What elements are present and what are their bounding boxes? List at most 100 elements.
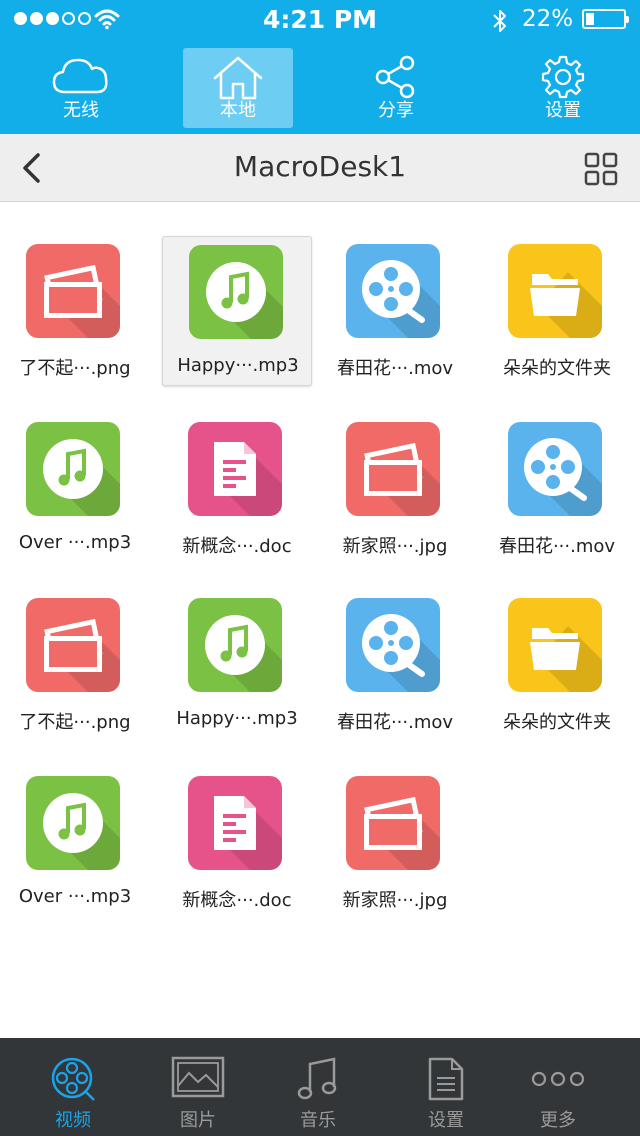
file-name: 了不起···.png [19, 712, 131, 733]
file-name: 了不起···.png [19, 358, 131, 379]
nav-bar: MacroDesk1 [0, 134, 640, 202]
file-item[interactable]: Happy···.mp3 [162, 590, 312, 740]
music-file-icon [188, 598, 282, 692]
music-file-icon [188, 598, 282, 692]
file-name: 新概念···.doc [182, 890, 292, 911]
file-item[interactable]: 朵朵的文件夹 [482, 236, 632, 386]
share-icon [375, 55, 415, 99]
image-file-icon [26, 244, 120, 338]
music-file-icon [189, 245, 283, 339]
file-item[interactable]: 春田花···.mov [320, 236, 470, 386]
grid-view-icon[interactable] [584, 152, 618, 186]
music-note-icon [297, 1057, 337, 1100]
file-item[interactable]: 春田花···.mov [482, 414, 632, 564]
status-bar: 4:21 PM 22% [0, 0, 640, 40]
tab-wireless[interactable]: 无线 [26, 48, 136, 128]
music-file-icon [26, 422, 120, 516]
video-file-icon [508, 422, 602, 516]
file-name: 春田花···.mov [498, 536, 616, 557]
file-name: Over ···.mp3 [18, 886, 132, 907]
tab-documents[interactable]: 设置 [382, 1038, 510, 1136]
home-icon [213, 56, 263, 100]
tab-wireless-label: 无线 [63, 100, 99, 121]
video-file-icon [346, 244, 440, 338]
tab-local-label: 本地 [220, 100, 256, 121]
film-reel-icon [51, 1057, 95, 1101]
top-bar: 4:21 PM 22% 无线 本地 分享 设置 [0, 0, 640, 134]
more-dots-icon [531, 1071, 585, 1087]
music-file-icon [26, 422, 120, 516]
file-name: 新家照···.jpg [342, 890, 448, 911]
document-icon [428, 1057, 464, 1101]
file-name: 新家照···.jpg [342, 536, 448, 557]
tab-share-label: 分享 [378, 100, 414, 121]
tab-more-label: 更多 [540, 1110, 576, 1131]
file-item[interactable]: Over ···.mp3 [0, 768, 150, 918]
folder-icon [508, 244, 602, 338]
file-item[interactable]: 新家照···.jpg [320, 768, 470, 918]
tab-share[interactable]: 分享 [341, 48, 451, 128]
battery-percent: 22% [522, 6, 574, 32]
file-name: 春田花···.mov [336, 358, 454, 379]
file-item[interactable]: Happy···.mp3 [162, 236, 312, 386]
film-reel-icon [346, 598, 440, 692]
tab-music[interactable]: 音乐 [254, 1038, 382, 1136]
file-item[interactable]: 了不起···.png [0, 590, 150, 740]
file-name: 新概念···.doc [182, 536, 292, 557]
picture-icon [26, 244, 120, 338]
music-file-icon [26, 776, 120, 870]
folder-file-icon [508, 598, 602, 692]
file-item[interactable]: 新概念···.doc [162, 414, 312, 564]
file-item[interactable]: 新家照···.jpg [320, 414, 470, 564]
picture-icon [26, 598, 120, 692]
tab-video-label: 视频 [55, 1110, 91, 1131]
bluetooth-icon [493, 10, 506, 32]
doc-file-icon [188, 422, 282, 516]
picture-icon [346, 422, 440, 516]
film-reel-icon [508, 422, 602, 516]
video-file-icon [346, 598, 440, 692]
file-name: Happy···.mp3 [176, 708, 298, 729]
file-item[interactable]: 朵朵的文件夹 [482, 590, 632, 740]
top-tabs: 无线 本地 分享 设置 [0, 44, 640, 132]
battery-fill [586, 13, 594, 25]
bottom-tab-bar: 视频 图片 音乐 设置 更多 [0, 1038, 640, 1136]
file-item[interactable]: 春田花···.mov [320, 590, 470, 740]
music-file-icon [26, 776, 120, 870]
file-name: Over ···.mp3 [18, 532, 132, 553]
file-name: 春田花···.mov [336, 712, 454, 733]
file-grid: 了不起···.png Happy···.mp3 春田花···.mov 朵朵的文件夹 Ov… [0, 236, 640, 1072]
music-file-icon [189, 245, 283, 339]
folder-file-icon [508, 244, 602, 338]
page-title: MacroDesk1 [233, 150, 407, 183]
tab-local[interactable]: 本地 [183, 48, 293, 128]
document-icon [188, 776, 282, 870]
image-file-icon [346, 776, 440, 870]
tab-settings[interactable]: 设置 [508, 48, 618, 128]
folder-icon [508, 598, 602, 692]
tab-video[interactable]: 视频 [9, 1038, 137, 1136]
file-name: 朵朵的文件夹 [503, 712, 611, 733]
file-name: Happy···.mp3 [177, 355, 299, 376]
gear-icon [541, 55, 585, 99]
doc-file-icon [188, 776, 282, 870]
battery-icon [582, 9, 629, 29]
file-item[interactable]: 了不起···.png [0, 236, 150, 386]
tab-settings-label: 设置 [545, 100, 581, 121]
picture-icon [171, 1056, 225, 1098]
file-name: 朵朵的文件夹 [503, 358, 611, 379]
image-file-icon [346, 422, 440, 516]
tab-more[interactable]: 更多 [494, 1038, 622, 1136]
document-icon [188, 422, 282, 516]
tab-music-label: 音乐 [300, 1110, 336, 1131]
picture-icon [346, 776, 440, 870]
file-item[interactable]: 新概念···.doc [162, 768, 312, 918]
cloud-icon [52, 58, 108, 94]
tab-pictures[interactable]: 图片 [134, 1038, 262, 1136]
tab-documents-label: 设置 [428, 1110, 464, 1131]
image-file-icon [26, 598, 120, 692]
film-reel-icon [346, 244, 440, 338]
tab-pictures-label: 图片 [180, 1110, 216, 1131]
screen: 4:21 PM 22% 无线 本地 分享 设置 MacroDesk1 了不起··… [0, 0, 640, 1136]
file-item[interactable]: Over ···.mp3 [0, 414, 150, 564]
